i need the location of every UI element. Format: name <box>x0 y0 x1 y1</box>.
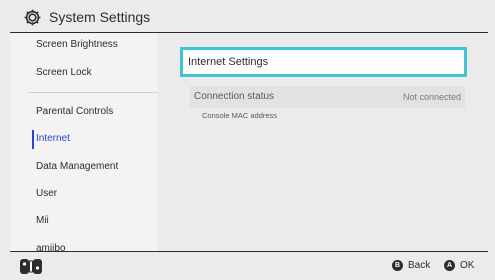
page-title: System Settings <box>49 9 151 25</box>
internet-settings-button[interactable]: Internet Settings <box>180 47 467 77</box>
back-button[interactable]: B Back <box>392 260 430 271</box>
mac-address-label: Console MAC address <box>202 111 278 120</box>
b-button-icon: B <box>392 260 403 271</box>
internet-settings-label: Internet Settings <box>188 56 269 68</box>
connection-status-label: Connection status <box>194 91 275 102</box>
selection-indicator <box>32 130 34 149</box>
a-button-icon: A <box>444 260 455 271</box>
sidebar-item-data-management[interactable]: Data Management <box>36 158 156 176</box>
sidebar-item-amiibo[interactable]: amiibo <box>36 240 156 251</box>
sidebar-item-user[interactable]: User <box>36 185 156 203</box>
sidebar-item-screen-brightness[interactable]: Screen Brightness <box>36 36 156 54</box>
ok-button[interactable]: A OK <box>444 260 474 271</box>
ok-label: OK <box>460 260 475 271</box>
back-label: Back <box>408 260 431 271</box>
connection-status-value: Not connected <box>402 92 461 102</box>
gear-icon <box>24 9 41 26</box>
connection-status-row: Connection status Not connected <box>190 86 465 108</box>
footer: B Back A OK <box>0 252 495 280</box>
sidebar-item-mii[interactable]: Mii <box>36 212 156 230</box>
header: System Settings <box>0 0 495 34</box>
sidebar-divider <box>28 92 158 93</box>
sidebar-item-screen-lock[interactable]: Screen Lock <box>36 64 156 82</box>
sidebar-item-parental-controls[interactable]: Parental Controls <box>36 103 156 121</box>
sidebar-item-internet[interactable]: Internet <box>36 130 156 148</box>
joycon-icon <box>20 259 42 274</box>
sidebar: Screen Brightness Screen Lock Parental C… <box>10 33 158 251</box>
